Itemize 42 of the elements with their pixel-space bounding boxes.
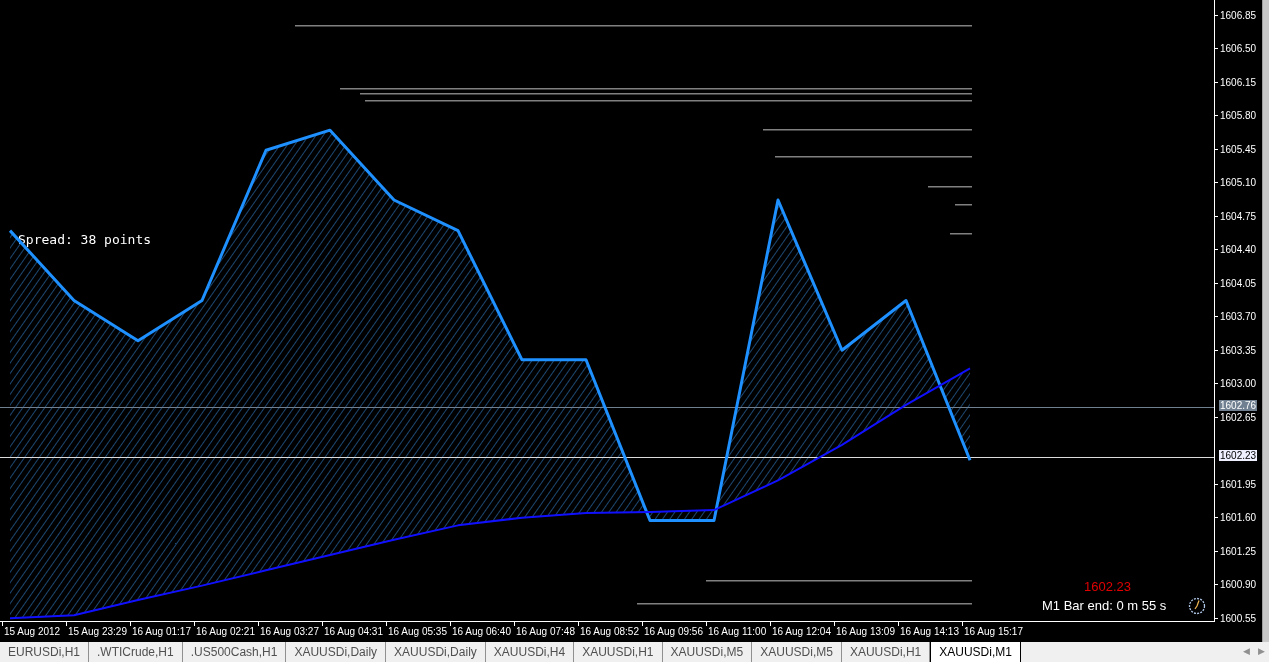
price-tick-label: 1604.40 [1220, 244, 1257, 256]
bar-timer: M1 Bar end: 0 m 55 s [1042, 597, 1167, 615]
price-tick-label: 1604.05 [1220, 277, 1257, 289]
price-tick-label: 1601.95 [1220, 478, 1257, 490]
price-tag: 1602.76 [1219, 399, 1258, 411]
price-tick-label: 1605.45 [1220, 143, 1257, 155]
time-axis-label: 16 Aug 04:31 [324, 625, 383, 639]
price-tick-label: 1605.10 [1220, 177, 1257, 189]
time-axis-label: 16 Aug 12:04 [772, 625, 831, 639]
time-axis-label: 16 Aug 07:48 [516, 625, 575, 639]
price-tick-label: 1600.90 [1220, 579, 1257, 591]
price-tick-label: 1601.25 [1220, 545, 1257, 557]
price-tick-label: 1606.85 [1220, 9, 1257, 21]
time-axis-label: 16 Aug 11:00 [708, 625, 767, 639]
time-axis-label: 16 Aug 05:35 [388, 625, 447, 639]
time-axis-label: 16 Aug 08:52 [580, 625, 639, 639]
price-tick-label: 1606.50 [1220, 43, 1257, 55]
time-axis-label: 16 Aug 15:17 [964, 625, 1023, 639]
price-tick-label: 1600.55 [1220, 612, 1257, 624]
time-axis-label: 16 Aug 14:13 [900, 625, 959, 639]
time-axis-label: 16 Aug 09:56 [644, 625, 703, 639]
time-axis-label: 15 Aug 2012 [4, 625, 61, 639]
price-tick-label: 1603.35 [1220, 344, 1257, 356]
time-axis-label: 16 Aug 13:09 [836, 625, 895, 639]
time-axis-label: 15 Aug 23:29 [68, 625, 127, 639]
bid-price: 1602.23 [1084, 578, 1131, 596]
clock-icon [1188, 597, 1206, 615]
scrollbar[interactable] [1262, 0, 1269, 642]
price-tick-label: 1606.15 [1220, 76, 1257, 88]
time-axis-label: 16 Aug 06:40 [452, 625, 511, 639]
time-axis-label: 16 Aug 01:17 [132, 625, 191, 639]
time-axis-label: 16 Aug 02:21 [196, 625, 255, 639]
time-axis-label: 16 Aug 03:27 [260, 625, 319, 639]
price-tick-label: 1603.70 [1220, 311, 1257, 323]
price-tick-label: 1603.00 [1220, 378, 1257, 390]
price-tick-label: 1604.75 [1220, 210, 1257, 222]
spread-label: Spread: 38 points [18, 231, 152, 249]
price-tick-label: 1601.60 [1220, 512, 1257, 524]
price-tick-label: 1602.65 [1220, 411, 1257, 423]
price-tick-label: 1605.80 [1220, 110, 1257, 122]
chart-tab[interactable]: XAUUSDi,M1 [930, 642, 1021, 662]
price-tag: 1602.23 [1219, 450, 1258, 462]
